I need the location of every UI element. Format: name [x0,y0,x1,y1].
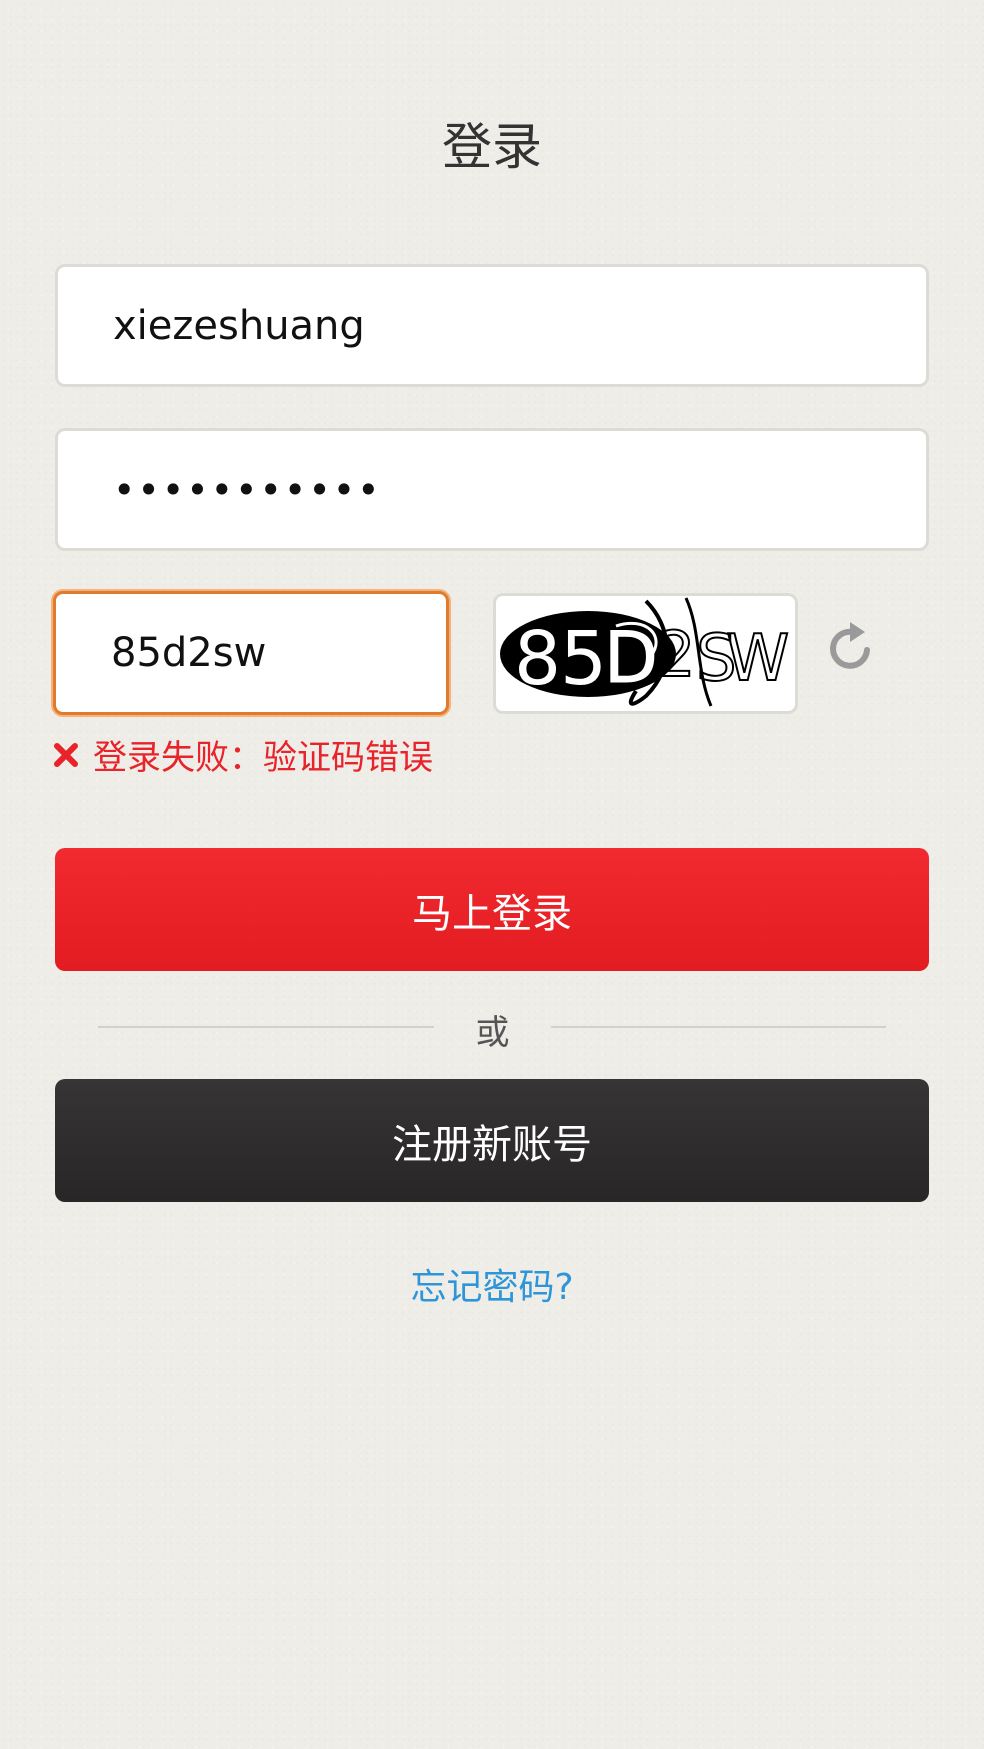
refresh-captcha-button[interactable] [823,620,877,674]
close-icon [54,742,78,767]
password-input[interactable]: ••••••••••• [55,428,929,551]
captcha-graphic: 8 5 D 2 S W [500,597,790,707]
divider-left [98,1026,434,1028]
divider-right [551,1026,886,1028]
refresh-icon [830,622,870,669]
svg-text:W: W [726,622,789,696]
username-input[interactable]: xiezeshuang [55,264,929,387]
captcha-input[interactable]: 85d2sw [53,591,449,715]
username-value: xiezeshuang [113,302,365,349]
error-text: 登录失败：验证码错误 [93,738,433,778]
svg-text:5: 5 [560,616,607,702]
login-button-label: 马上登录 [412,890,572,937]
captcha-value: 85d2sw [111,630,267,676]
page-title: 登录 [442,118,542,176]
svg-text:8: 8 [514,616,561,702]
password-value: ••••••••••• [113,467,382,512]
register-button-label: 注册新账号 [392,1121,592,1168]
register-button[interactable]: 注册新账号 [55,1079,929,1202]
captcha-image[interactable]: 8 5 D 2 S W [493,593,798,714]
forgot-password-link[interactable]: 忘记密码? [0,1258,984,1310]
login-button[interactable]: 马上登录 [55,848,929,971]
divider-text: 或 [475,1013,510,1053]
error-message: 登录失败：验证码错误 [53,730,433,779]
